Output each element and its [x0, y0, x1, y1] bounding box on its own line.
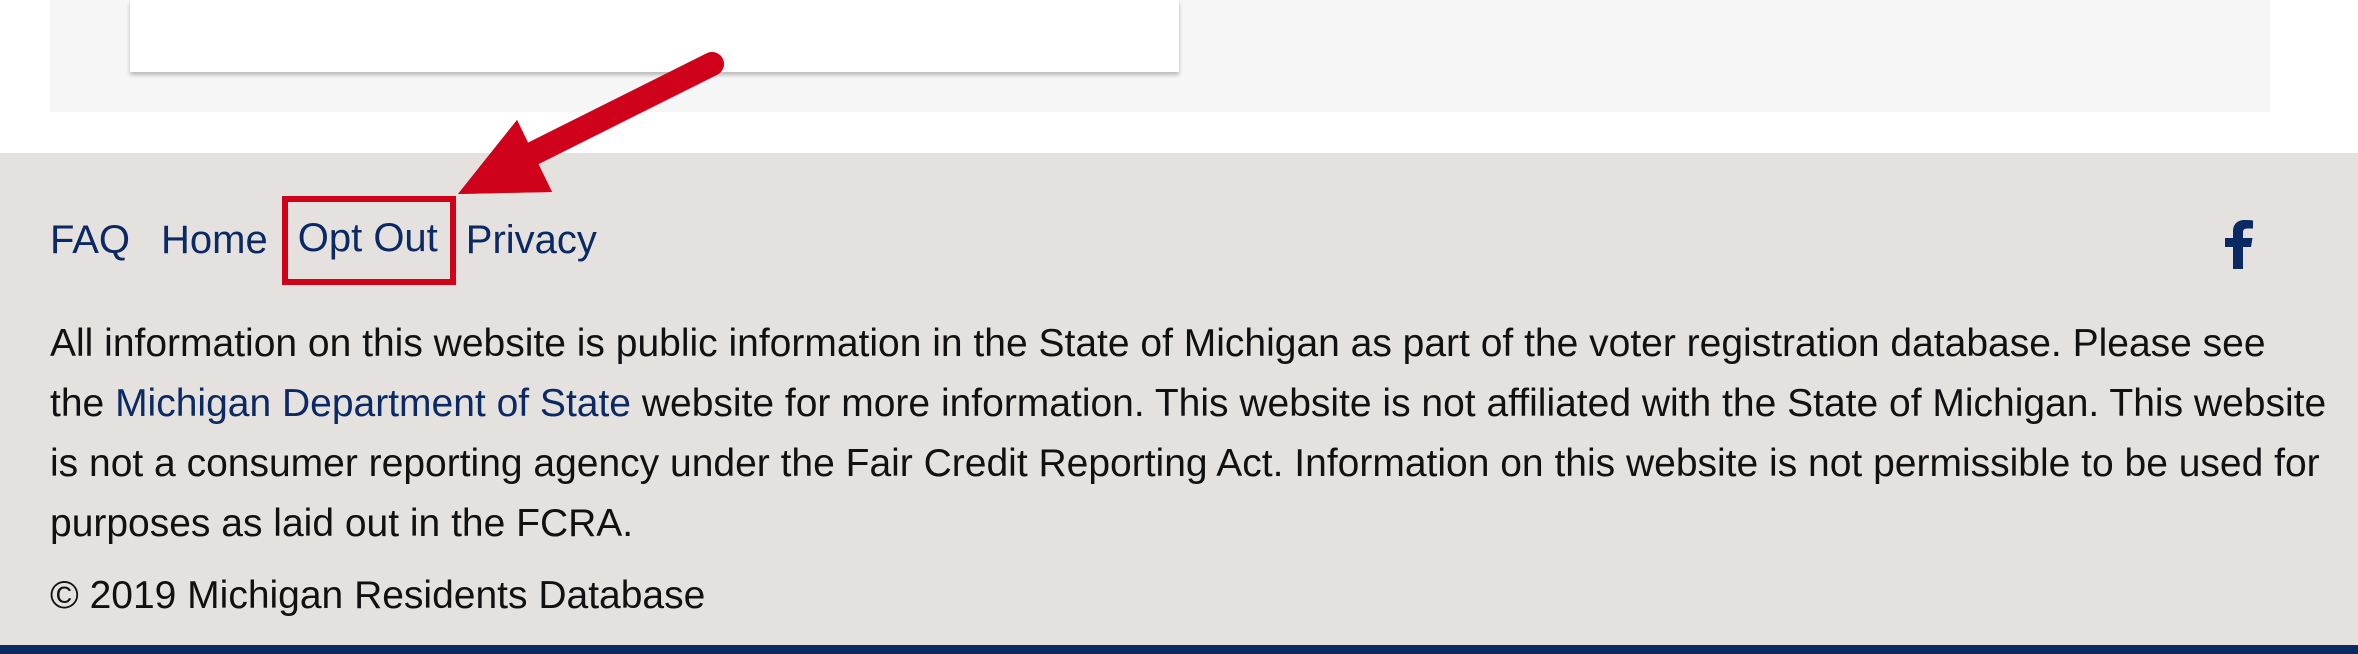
page-content-area: [0, 0, 2358, 153]
michigan-department-of-state-link[interactable]: Michigan Department of State: [115, 382, 631, 425]
footer-disclaimer: All information on this website is publi…: [50, 314, 2330, 554]
footer-link-opt-out[interactable]: Opt Out: [281, 195, 456, 285]
content-panel: [50, 0, 2270, 112]
footer-link-faq[interactable]: FAQ: [50, 218, 130, 263]
footer-link-privacy[interactable]: Privacy: [466, 218, 597, 263]
content-card: [130, 0, 1179, 72]
footer-bottom-bar: [0, 645, 2358, 654]
facebook-icon[interactable]: [2220, 219, 2256, 269]
copyright-text: © 2019 Michigan Residents Database: [50, 574, 706, 617]
footer-nav: FAQ Home Opt Out Privacy: [50, 195, 628, 285]
footer-link-home[interactable]: Home: [161, 218, 268, 263]
